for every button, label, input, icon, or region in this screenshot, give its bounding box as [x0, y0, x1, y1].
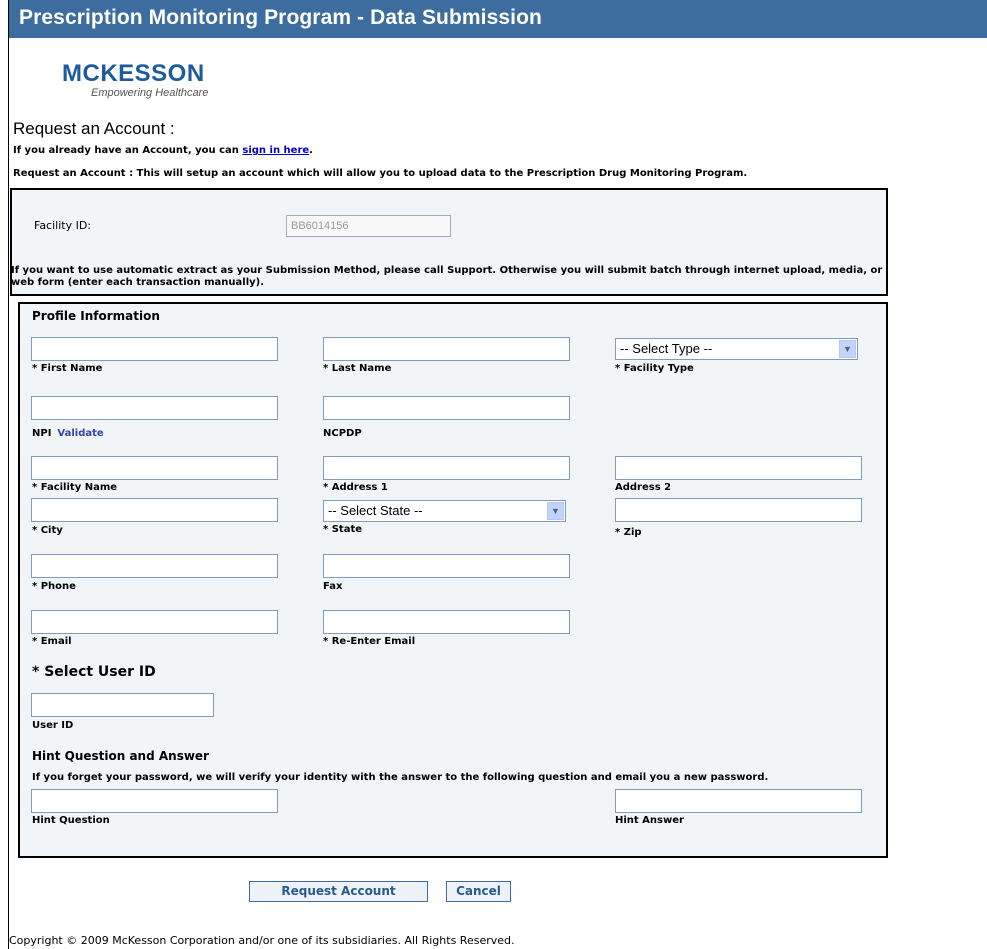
select-userid-title: * Select User ID	[32, 664, 156, 680]
zip-input[interactable]	[615, 498, 862, 522]
facility-type-value: -- Select Type --	[620, 341, 713, 356]
chevron-down-icon[interactable]: ▼	[839, 340, 856, 358]
state-select[interactable]: -- Select State -- ▼	[323, 500, 566, 522]
signin-link[interactable]: sign in here	[242, 145, 309, 156]
userid-label: User ID	[32, 720, 74, 731]
page-left-border	[8, 0, 9, 949]
page-title: Prescription Monitoring Program - Data S…	[19, 6, 542, 29]
address2-label: Address 2	[615, 482, 672, 493]
npi-input[interactable]	[31, 396, 278, 420]
hint-question-input[interactable]	[31, 789, 278, 813]
last-name-label: * Last Name	[323, 363, 392, 374]
logo-tagline: Empowering Healthcare	[91, 87, 209, 99]
email-label: * Email	[32, 636, 72, 647]
cancel-button[interactable]: Cancel	[446, 881, 511, 902]
facility-id-label: Facility ID:	[34, 219, 92, 232]
phone-label: * Phone	[32, 581, 76, 592]
address1-input[interactable]	[323, 456, 570, 480]
ncpdp-label: NCPDP	[323, 428, 362, 439]
mckesson-logo: MCKESSON Empowering Healthcare	[62, 60, 209, 100]
zip-label: * Zip	[615, 527, 642, 538]
fax-label: Fax	[323, 581, 343, 592]
chevron-down-icon[interactable]: ▼	[547, 502, 564, 520]
logo-wordmark: MCKESSON	[62, 60, 205, 87]
request-account-heading: Request an Account :	[13, 119, 175, 138]
request-account-button[interactable]: Request Account	[249, 881, 428, 902]
first-name-label: * First Name	[32, 363, 103, 374]
request-description: Request an Account : This will setup an …	[13, 168, 748, 179]
copyright-footer: Copyright © 2009 McKesson Corporation an…	[9, 934, 515, 947]
city-label: * City	[32, 525, 63, 536]
ncpdp-input[interactable]	[323, 396, 570, 420]
state-label: * State	[323, 524, 363, 535]
hint-note: If you forget your password, we will ver…	[32, 772, 769, 783]
city-input[interactable]	[31, 498, 278, 522]
facility-id-input[interactable]	[286, 215, 451, 237]
hint-question-label: Hint Question	[32, 815, 110, 826]
facility-name-input[interactable]	[31, 456, 278, 480]
state-value: -- Select State --	[328, 503, 423, 518]
signin-line: If you already have an Account, you can …	[13, 145, 313, 156]
address2-input[interactable]	[615, 456, 862, 480]
reenter-email-input[interactable]	[323, 610, 570, 634]
email-input[interactable]	[31, 610, 278, 634]
last-name-input[interactable]	[323, 337, 570, 361]
facility-type-select[interactable]: -- Select Type -- ▼	[615, 338, 858, 360]
profile-section-title: Profile Information	[32, 309, 160, 323]
fax-input[interactable]	[323, 554, 570, 578]
facility-name-label: * Facility Name	[32, 482, 118, 493]
hint-section-title: Hint Question and Answer	[32, 749, 209, 763]
userid-input[interactable]	[31, 693, 214, 717]
facility-type-label: * Facility Type	[615, 363, 694, 374]
address1-label: * Address 1	[323, 482, 388, 493]
npi-label: NPI Validate	[32, 428, 104, 439]
first-name-input[interactable]	[31, 337, 278, 361]
reenter-email-label: * Re-Enter Email	[323, 636, 416, 647]
hint-answer-input[interactable]	[615, 789, 862, 813]
title-bar: Prescription Monitoring Program - Data S…	[9, 0, 987, 38]
phone-input[interactable]	[31, 554, 278, 578]
hint-answer-label: Hint Answer	[615, 815, 684, 826]
submission-method-note: If you want to use automatic extract as …	[11, 265, 883, 288]
validate-link[interactable]: Validate	[57, 428, 103, 439]
